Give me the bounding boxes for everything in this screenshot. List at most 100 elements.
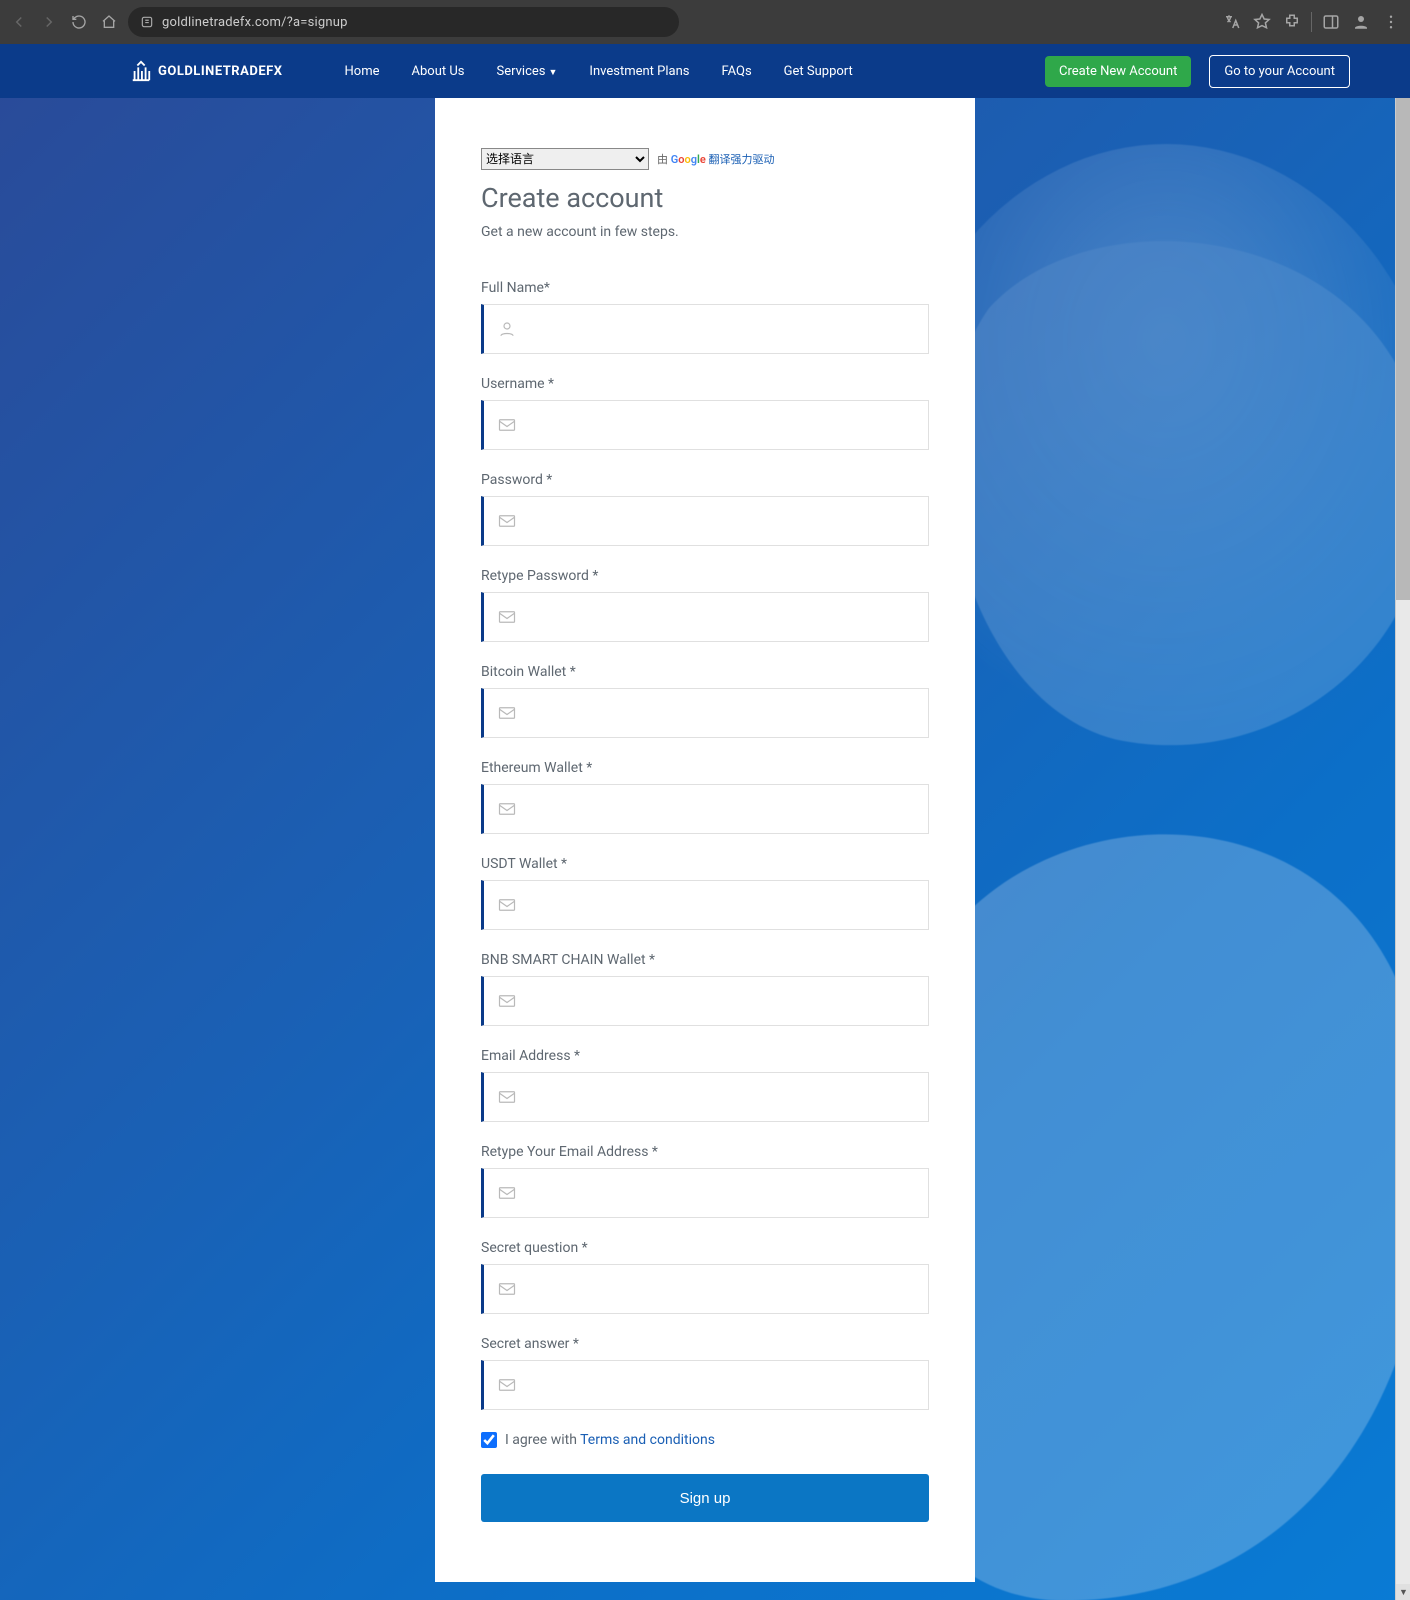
mail-icon [498,802,516,816]
input-wrap-bnb_wallet [481,976,929,1026]
input-usdt_wallet[interactable] [526,881,914,929]
field-usdt_wallet: USDT Wallet * [481,856,929,930]
input-secret_a[interactable] [526,1361,914,1409]
label-password: Password * [481,472,929,488]
label-full_name: Full Name* [481,280,929,296]
mail-icon [498,418,516,432]
address-bar[interactable]: goldlinetradefx.com/?a=signup [128,7,679,37]
brand-logo[interactable]: GOLDLINETRADEFX [130,60,283,82]
forward-icon[interactable] [38,11,60,33]
mail-icon [498,1090,516,1104]
panel-icon[interactable] [1320,11,1342,33]
mail-icon [498,514,516,528]
field-eth_wallet: Ethereum Wallet * [481,760,929,834]
input-wrap-password [481,496,929,546]
input-retype_email[interactable] [526,1169,914,1217]
nav-link-about-us[interactable]: About Us [396,56,481,87]
label-btc_wallet: Bitcoin Wallet * [481,664,929,680]
input-full_name[interactable] [526,305,914,353]
mail-icon [498,994,516,1008]
terms-link[interactable]: Terms and conditions [580,1432,715,1448]
field-username: Username * [481,376,929,450]
login-button[interactable]: Go to your Account [1209,55,1350,88]
label-secret_a: Secret answer * [481,1336,929,1352]
scroll-thumb[interactable] [1396,60,1410,600]
field-retype_password: Retype Password * [481,568,929,642]
reload-icon[interactable] [68,11,90,33]
label-secret_q: Secret question * [481,1240,929,1256]
scroll-down-icon[interactable]: ▼ [1396,1584,1410,1600]
person-icon [498,320,516,338]
brand-text: GOLDLINETRADEFX [158,64,283,79]
agree-text: I agree with [505,1432,580,1448]
home-icon[interactable] [98,11,120,33]
input-wrap-usdt_wallet [481,880,929,930]
input-wrap-secret_a [481,1360,929,1410]
input-retype_password[interactable] [526,593,914,641]
site-info-icon[interactable] [140,15,154,29]
mail-icon [498,1186,516,1200]
profile-icon[interactable] [1350,11,1372,33]
kebab-menu-icon[interactable] [1380,11,1402,33]
label-retype_password: Retype Password * [481,568,929,584]
label-email: Email Address * [481,1048,929,1064]
field-full_name: Full Name* [481,280,929,354]
label-usdt_wallet: USDT Wallet * [481,856,929,872]
field-btc_wallet: Bitcoin Wallet * [481,664,929,738]
mail-icon [498,1378,516,1392]
page-body: GOLDLINETRADEFX HomeAbout UsServices▼Inv… [0,44,1410,1600]
nav-link-services[interactable]: Services▼ [481,56,574,87]
site-nav: GOLDLINETRADEFX HomeAbout UsServices▼Inv… [0,44,1410,98]
page-title: Create account [481,182,929,214]
url-text: goldlinetradefx.com/?a=signup [162,15,348,30]
label-eth_wallet: Ethereum Wallet * [481,760,929,776]
label-bnb_wallet: BNB SMART CHAIN Wallet * [481,952,929,968]
separator [1311,12,1312,32]
field-secret_q: Secret question * [481,1240,929,1314]
field-password: Password * [481,472,929,546]
browser-toolbar: goldlinetradefx.com/?a=signup [0,0,1410,44]
input-btc_wallet[interactable] [526,689,914,737]
translate-icon[interactable] [1221,11,1243,33]
input-wrap-username [481,400,929,450]
agree-row[interactable]: I agree with Terms and conditions [481,1432,929,1448]
nav-link-get-support[interactable]: Get Support [768,56,869,87]
mail-icon [498,706,516,720]
mail-icon [498,898,516,912]
field-bnb_wallet: BNB SMART CHAIN Wallet * [481,952,929,1026]
bookmark-icon[interactable] [1251,11,1273,33]
agree-checkbox[interactable] [481,1432,497,1448]
nav-link-investment-plans[interactable]: Investment Plans [573,56,705,87]
create-account-button[interactable]: Create New Account [1045,56,1191,87]
nav-link-home[interactable]: Home [329,56,396,87]
input-wrap-email [481,1072,929,1122]
field-email: Email Address * [481,1048,929,1122]
signup-button[interactable]: Sign up [481,1474,929,1522]
label-retype_email: Retype Your Email Address * [481,1144,929,1160]
input-wrap-btc_wallet [481,688,929,738]
extensions-icon[interactable] [1281,11,1303,33]
field-secret_a: Secret answer * [481,1336,929,1410]
input-wrap-secret_q [481,1264,929,1314]
input-password[interactable] [526,497,914,545]
input-wrap-eth_wallet [481,784,929,834]
language-select[interactable]: 选择语言 [481,148,649,170]
input-wrap-retype_email [481,1168,929,1218]
input-eth_wallet[interactable] [526,785,914,833]
input-wrap-retype_password [481,592,929,642]
nav-link-faqs[interactable]: FAQs [705,56,767,87]
input-secret_q[interactable] [526,1265,914,1313]
input-wrap-full_name [481,304,929,354]
input-email[interactable] [526,1073,914,1121]
input-username[interactable] [526,401,914,449]
mail-icon [498,610,516,624]
label-username: Username * [481,376,929,392]
signup-card: 选择语言 由 Google 翻译强力驱动 Create account Get … [435,98,975,1582]
back-icon[interactable] [8,11,30,33]
input-bnb_wallet[interactable] [526,977,914,1025]
vertical-scrollbar[interactable]: ▲ ▼ [1395,44,1410,1600]
field-retype_email: Retype Your Email Address * [481,1144,929,1218]
google-translate-attribution: 由 Google 翻译强力驱动 [657,151,774,167]
mail-icon [498,1282,516,1296]
page-subtitle: Get a new account in few steps. [481,224,929,240]
